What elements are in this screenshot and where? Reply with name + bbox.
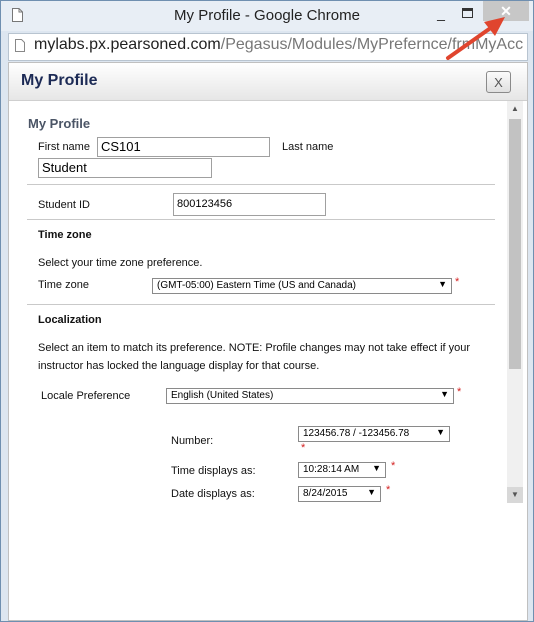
locale-label: Locale Preference <box>41 390 131 402</box>
scroll-up-arrow-icon[interactable]: ▲ <box>507 101 523 117</box>
number-selected: 123456.78 / -123456.78 <box>303 428 410 439</box>
date-format-select[interactable]: 8/24/2015 ▼ <box>298 486 381 502</box>
required-marker: * <box>455 276 460 288</box>
url-domain: mylabs.px.pearsoned.com <box>34 36 221 53</box>
annotation-arrow-icon <box>446 17 505 60</box>
number-select[interactable]: 123456.78 / -123456.78 ▼ <box>298 426 450 442</box>
first-name-field[interactable]: CS101 <box>97 137 270 157</box>
dialog-close-button[interactable]: X <box>486 71 511 93</box>
number-label: Number: <box>171 435 214 447</box>
time-format-selected: 10:28:14 AM <box>303 464 360 475</box>
last-name-label: Last name <box>282 141 334 153</box>
date-format-label: Date displays as: <box>171 488 255 500</box>
scroll-thumb[interactable] <box>509 119 521 369</box>
time-format-label: Time displays as: <box>171 465 256 477</box>
timezone-heading: Time zone <box>38 229 92 241</box>
required-marker: * <box>386 484 391 496</box>
dropdown-arrow-icon: ▼ <box>440 389 449 399</box>
profile-heading: My Profile <box>28 116 91 131</box>
dropdown-arrow-icon: ▼ <box>367 487 376 497</box>
divider <box>27 184 495 185</box>
profile-form: My Profile First name CS101 Last name St… <box>9 101 527 502</box>
scroll-down-arrow-icon[interactable]: ▼ <box>507 487 523 503</box>
last-name-field[interactable]: Student <box>38 158 212 178</box>
required-marker: * <box>457 386 462 398</box>
required-marker: * <box>301 442 306 454</box>
locale-select[interactable]: English (United States) ▼ <box>166 388 454 404</box>
document-icon <box>15 39 25 52</box>
divider <box>27 219 495 220</box>
page-content: My Profile X My Profile First name CS101… <box>8 62 528 621</box>
divider <box>27 304 495 305</box>
required-marker: * <box>391 460 396 472</box>
locale-selected: English (United States) <box>171 390 274 401</box>
localization-description-line1: Select an item to match its preference. … <box>38 342 471 354</box>
date-format-selected: 8/24/2015 <box>303 488 348 499</box>
student-id-field[interactable]: 800123456 <box>173 193 326 216</box>
time-format-select[interactable]: 10:28:14 AM ▼ <box>298 462 386 478</box>
dropdown-arrow-icon: ▼ <box>372 463 381 473</box>
timezone-label: Time zone <box>38 279 89 291</box>
dialog-title: My Profile <box>21 72 98 89</box>
browser-window: My Profile - Google Chrome _ ✕ mylabs.px… <box>0 0 534 622</box>
timezone-description: Select your time zone preference. <box>38 257 203 269</box>
dropdown-arrow-icon: ▼ <box>436 427 445 437</box>
localization-description-line2: instructor has locked the language displ… <box>38 360 320 372</box>
timezone-selected: (GMT-05:00) Eastern Time (US and Canada) <box>157 280 356 291</box>
dropdown-arrow-icon: ▼ <box>438 279 447 289</box>
student-id-label: Student ID <box>38 199 90 211</box>
timezone-select[interactable]: (GMT-05:00) Eastern Time (US and Canada)… <box>152 278 452 294</box>
localization-heading: Localization <box>38 314 102 326</box>
first-name-label: First name <box>38 141 90 153</box>
vertical-scrollbar[interactable]: ▲ ▼ <box>507 101 523 503</box>
